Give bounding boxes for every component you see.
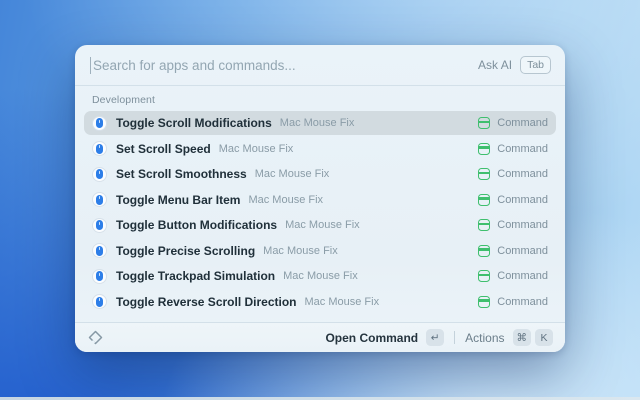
command-subtitle: Mac Mouse Fix xyxy=(285,219,360,231)
list-item[interactable]: Toggle Trackpad Simulation Mac Mouse Fix… xyxy=(84,264,556,288)
command-type-label: Command xyxy=(497,117,548,129)
ask-ai-label[interactable]: Ask AI xyxy=(478,58,512,72)
footer-divider xyxy=(454,331,455,344)
command-type-label: Command xyxy=(497,194,548,206)
command-type-icon xyxy=(478,219,490,231)
launcher-window: Ask AI Tab Development Toggle Scroll Mod… xyxy=(75,45,565,352)
actions-button[interactable]: Actions xyxy=(465,331,504,345)
command-subtitle: Mac Mouse Fix xyxy=(219,143,294,155)
command-subtitle: Mac Mouse Fix xyxy=(280,117,355,129)
desktop-background: Ask AI Tab Development Toggle Scroll Mod… xyxy=(0,0,640,400)
command-title: Set Scroll Speed xyxy=(116,142,211,156)
command-type-icon xyxy=(478,143,490,155)
command-title: Toggle Button Modifications xyxy=(116,218,277,232)
command-type-label: Command xyxy=(497,270,548,282)
results-list: Development Toggle Scroll Modifications … xyxy=(75,86,565,322)
return-key-badge: ↵ xyxy=(426,329,444,346)
command-type-label: Command xyxy=(497,245,548,257)
command-title: Toggle Menu Bar Item xyxy=(116,193,240,207)
search-bar: Ask AI Tab xyxy=(75,45,565,86)
command-type-icon xyxy=(478,270,490,282)
command-subtitle: Mac Mouse Fix xyxy=(255,168,330,180)
list-item[interactable]: Toggle Scroll Modifications Mac Mouse Fi… xyxy=(84,111,556,135)
k-key-badge: K xyxy=(535,329,553,346)
footer-bar: Open Command ↵ Actions ⌘ K xyxy=(75,322,565,352)
tab-key-badge: Tab xyxy=(520,56,551,75)
command-subtitle: Mac Mouse Fix xyxy=(305,296,380,308)
mouse-app-icon xyxy=(92,167,107,182)
list-item[interactable]: Toggle Reverse Scroll Direction Mac Mous… xyxy=(84,290,556,314)
command-type-label: Command xyxy=(497,143,548,155)
command-title: Toggle Reverse Scroll Direction xyxy=(116,295,297,309)
list-item[interactable]: Set Scroll Smoothness Mac Mouse Fix Comm… xyxy=(84,162,556,186)
command-subtitle: Mac Mouse Fix xyxy=(283,270,358,282)
command-title: Toggle Trackpad Simulation xyxy=(116,269,275,283)
command-type-icon xyxy=(478,194,490,206)
command-type-label: Command xyxy=(497,296,548,308)
command-type-label: Command xyxy=(497,219,548,231)
command-type-icon xyxy=(478,296,490,308)
mouse-app-icon xyxy=(92,243,107,258)
command-subtitle: Mac Mouse Fix xyxy=(263,245,338,257)
command-title: Toggle Scroll Modifications xyxy=(116,116,272,130)
text-caret xyxy=(90,57,91,74)
command-type-icon xyxy=(478,245,490,257)
list-item[interactable]: Toggle Menu Bar Item Mac Mouse Fix Comma… xyxy=(84,188,556,212)
mouse-app-icon xyxy=(92,116,107,131)
section-header-favorites: Favorites xyxy=(84,315,556,322)
mouse-app-icon xyxy=(92,294,107,309)
mouse-app-icon xyxy=(92,269,107,284)
command-title: Toggle Precise Scrolling xyxy=(116,244,255,258)
command-type-icon xyxy=(478,168,490,180)
search-input[interactable] xyxy=(93,58,478,73)
mouse-app-icon xyxy=(92,141,107,156)
command-subtitle: Mac Mouse Fix xyxy=(248,194,323,206)
mouse-app-icon xyxy=(92,218,107,233)
mouse-app-icon xyxy=(92,192,107,207)
open-command-button[interactable]: Open Command xyxy=(325,331,418,345)
command-title: Set Scroll Smoothness xyxy=(116,167,247,181)
command-type-icon xyxy=(478,117,490,129)
list-item[interactable]: Set Scroll Speed Mac Mouse Fix Command xyxy=(84,137,556,161)
command-type-label: Command xyxy=(497,168,548,180)
section-header-development: Development xyxy=(84,86,556,111)
cmd-key-badge: ⌘ xyxy=(513,329,532,346)
list-item[interactable]: Toggle Precise Scrolling Mac Mouse Fix C… xyxy=(84,239,556,263)
list-item[interactable]: Toggle Button Modifications Mac Mouse Fi… xyxy=(84,213,556,237)
raycast-logo-icon xyxy=(88,330,103,345)
